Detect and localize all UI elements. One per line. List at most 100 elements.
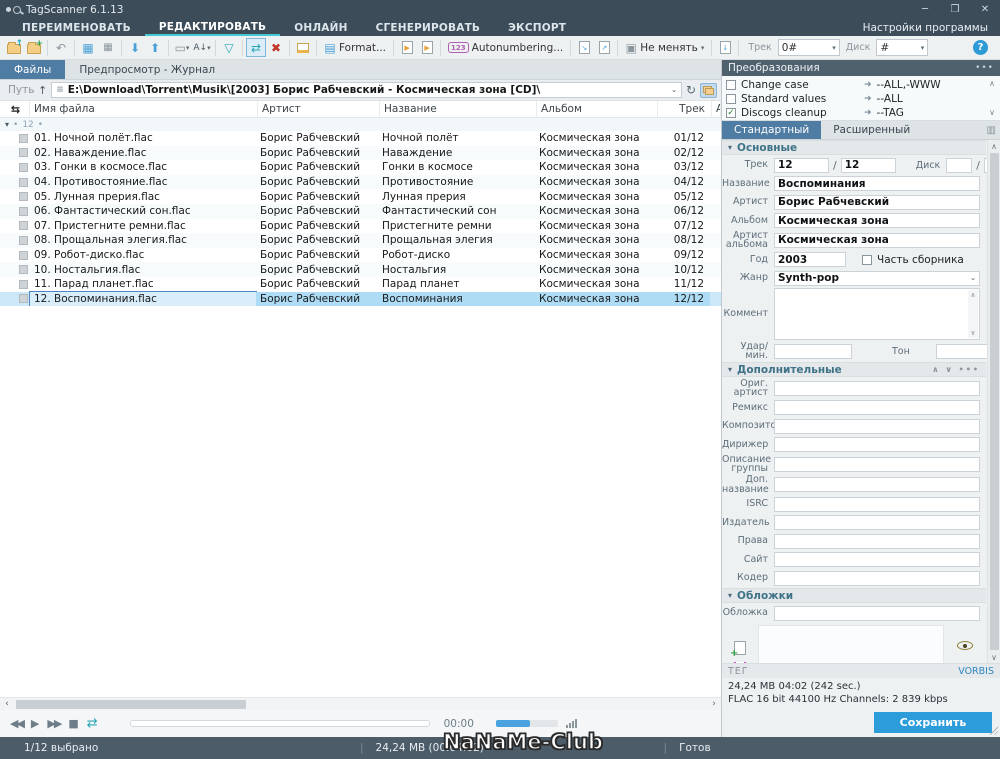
form-scrollbar[interactable]: ∧∨ [987,140,1000,663]
cover-input[interactable] [774,606,980,621]
pane-layout-icon[interactable]: ▥ [987,125,996,136]
row-checkbox[interactable] [19,163,28,172]
table-row[interactable]: 11. Парад планет.flacБорис РабчевскийПар… [0,277,721,292]
column-artist[interactable]: Артист [258,101,380,117]
row-checkbox[interactable] [19,280,28,289]
table-row[interactable]: 06. Фантастический сон.flacБорис Рабчевс… [0,204,721,219]
tab-standard[interactable]: Стандартный [722,121,821,139]
row-checkbox[interactable] [19,148,28,157]
selection-mode-dropdown[interactable]: ▭▾ [172,38,192,57]
column-title[interactable]: Название [380,101,537,117]
table-row[interactable]: 02. Наваждение.flacБорис РабчевскийНаваж… [0,146,721,161]
section-covers[interactable]: ▾Обложки [722,588,986,603]
cover-dropzone[interactable]: Перетащите обложку сюда [758,625,944,664]
no-change-dropdown[interactable]: ▣Не менять▾ [621,38,708,57]
fast-forward-button[interactable]: ▶▶ [47,717,60,730]
play-button[interactable]: ▶ [31,717,39,730]
copy-tag-icon[interactable]: ↘ [574,38,594,57]
rewind-button[interactable]: ◀◀ [10,717,23,730]
horizontal-scrollbar[interactable]: ‹ › [0,697,721,710]
tab-preview-log[interactable]: Предпросмотр - Журнал [65,60,229,79]
row-checkbox[interactable] [19,178,28,187]
table-row[interactable]: 10. Ностальгия.flacБорис РабчевскийНоста… [0,262,721,277]
move-up-icon[interactable]: ⬆ [145,38,165,57]
menu-item-4[interactable]: ЭКСПОРТ [494,19,580,36]
table-row[interactable]: 09. Робот-диско.flacБорис РабчевскийРобо… [0,248,721,263]
transform-checkbox[interactable]: ✓ [726,108,736,118]
disc-input[interactable] [946,158,972,173]
extra-field-input[interactable] [774,419,980,434]
format-button[interactable]: ▤Format... [320,38,390,57]
scroll-right-arrow[interactable]: › [707,699,721,709]
swap-panels-icon[interactable]: ⇄ [246,38,266,57]
disc-format-combo[interactable]: #▾ [876,39,928,56]
table-row[interactable]: 07. Пристегните ремни.flacБорис Рабчевск… [0,219,721,234]
autonumbering-button[interactable]: 123Autonumbering... [444,42,567,54]
menu-item-3[interactable]: СГЕНЕРИРОВАТЬ [362,19,495,36]
track-total-input[interactable]: 12 [841,158,896,173]
paste-tag-icon[interactable]: ↗ [594,38,614,57]
extra-field-input[interactable] [774,381,980,396]
help-button[interactable]: ? [973,40,988,55]
save-cover-icon[interactable] [734,662,746,664]
transform-item[interactable]: ✓Discogs cleanup➜--TAG [726,106,984,120]
undo-icon[interactable]: ↶ [51,38,71,57]
tab-files[interactable]: Файлы [0,60,65,79]
section-extra[interactable]: ▾Дополнительные∧ ∨ ••• [722,362,986,377]
menu-item-2[interactable]: ОНЛАЙН [280,19,361,36]
close-button[interactable]: ✕ [970,0,1000,19]
path-menu-icon[interactable]: ≡ [56,85,64,95]
extra-field-input[interactable] [774,571,980,586]
maximize-button[interactable]: ❒ [940,0,970,19]
extra-field-input[interactable] [774,437,980,452]
seek-bar[interactable] [130,720,430,727]
column-filename[interactable]: Имя файла [30,101,258,117]
title-input[interactable]: Воспоминания [774,176,980,191]
compilation-checkbox[interactable] [862,255,872,265]
extra-field-input[interactable] [774,400,980,415]
shuffle-icon[interactable]: ⇆ [0,101,30,117]
volume-slider[interactable] [496,720,558,727]
scroll-thumb[interactable] [16,700,246,709]
row-checkbox[interactable] [19,251,28,260]
comment-textarea[interactable]: ∧∨ [774,288,980,340]
table-row[interactable]: 04. Противостояние.flacБорис РабчевскийП… [0,175,721,190]
preview-cover-eye-icon[interactable] [957,641,973,650]
extra-field-input[interactable] [774,552,980,567]
play-list-icon[interactable]: ▶ [417,38,437,57]
extra-field-input[interactable] [774,497,980,512]
add-folder-button[interactable]: + [24,38,44,57]
track-format-combo[interactable]: 0#▾ [778,39,840,56]
program-settings-link[interactable]: Настройки программы [863,19,1000,36]
column-track[interactable]: Трек [658,101,712,117]
tag-to-file-icon[interactable]: ↓ [715,38,735,57]
table-row[interactable]: 12. Воспоминания.flacБорис РабчевскийВос… [0,292,721,307]
open-folder-button[interactable]: ↑ [4,38,24,57]
transform-item[interactable]: Standard values➜--ALL [726,92,984,106]
row-checkbox[interactable] [19,294,28,303]
move-down-icon[interactable]: ⬇ [125,38,145,57]
column-clipped[interactable]: А [712,101,721,117]
sort-dropdown[interactable]: A↓▾ [192,38,212,57]
table-row[interactable]: 03. Гонки в космосе.flacБорис Рабчевский… [0,160,721,175]
repeat-button[interactable]: ⇄ [87,716,98,731]
track-input[interactable]: 12 [774,158,829,173]
section-basic[interactable]: ▾Основные [722,140,986,155]
tab-extended[interactable]: Расширенный [821,121,922,139]
album-input[interactable]: Космическая зона [774,213,980,228]
save-button[interactable]: Сохранить [874,712,992,733]
transforms-scrollbar[interactable]: ∧∨ [984,76,1000,120]
row-checkbox[interactable] [19,134,28,143]
menu-item-1[interactable]: РЕДАКТИРОВАТЬ [145,19,280,36]
scroll-left-arrow[interactable]: ‹ [0,699,14,709]
filter-icon[interactable]: ▽ [219,38,239,57]
artist-input[interactable]: Борис Рабчевский [774,195,980,210]
stop-button[interactable]: ■ [68,717,78,730]
menu-item-0[interactable]: ПЕРЕИМЕНОВАТЬ [8,19,145,36]
refresh-icon[interactable]: ↻ [686,83,696,97]
transform-item[interactable]: Change case➜--ALL,-WWW [726,78,984,92]
comment-icon[interactable] [293,38,313,57]
row-checkbox[interactable] [19,236,28,245]
table-row[interactable]: 01. Ночной полёт.flacБорис РабчевскийНоч… [0,131,721,146]
extra-field-input[interactable] [774,515,980,530]
